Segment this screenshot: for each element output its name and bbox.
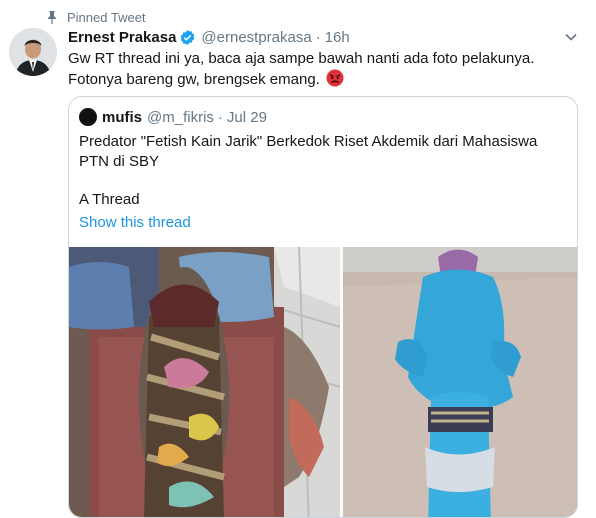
quoted-author-avatar — [79, 108, 97, 126]
photo-right-image — [343, 247, 577, 517]
photo-left[interactable] — [69, 247, 340, 517]
separator-dot: · — [315, 28, 321, 46]
show-thread-link[interactable]: Show this thread — [79, 213, 191, 233]
pin-icon — [48, 11, 56, 24]
tweet-header: Ernest Prakasa @ernestprakasa · 16h — [68, 27, 560, 47]
pinned-label: Pinned Tweet — [67, 9, 146, 25]
photo-right[interactable] — [343, 247, 577, 517]
tweet-timestamp[interactable]: 16h — [325, 29, 350, 46]
tweet-line: Gw RT thread ini ya, baca aja sampe bawa… — [68, 50, 535, 67]
quoted-tweet-text: Predator "Fetish Kain Jarik" Berkedok Ri… — [79, 133, 538, 170]
thread-label: A Thread — [79, 191, 140, 208]
separator-dot: · — [217, 108, 223, 126]
quoted-tweet-card[interactable]: mufis @m_fikris · Jul 29 Predator "Fetis… — [68, 96, 578, 518]
chevron-down-icon[interactable] — [564, 30, 578, 44]
photo-left-image — [69, 247, 340, 517]
avatar-photo — [9, 28, 57, 76]
verified-badge-icon — [181, 29, 195, 45]
tweet-text: Gw RT thread ini ya, baca aja sampe bawa… — [68, 48, 578, 90]
angry-face-emoji-icon — [326, 69, 344, 87]
author-name[interactable]: Ernest Prakasa — [68, 29, 176, 46]
quoted-author-name: mufis — [102, 108, 143, 126]
pinned-tweet-indicator: Pinned Tweet — [44, 8, 146, 26]
media-grid — [69, 247, 577, 517]
quoted-timestamp: Jul 29 — [226, 108, 267, 126]
author-handle[interactable]: @ernestprakasa — [201, 29, 311, 46]
author-avatar[interactable] — [9, 28, 57, 76]
quoted-tweet-header: mufis @m_fikris · Jul 29 — [79, 107, 267, 127]
quoted-author-handle: @m_fikris — [147, 108, 214, 126]
tweet-line: Fotonya bareng gw, brengsek emang. — [68, 71, 320, 88]
